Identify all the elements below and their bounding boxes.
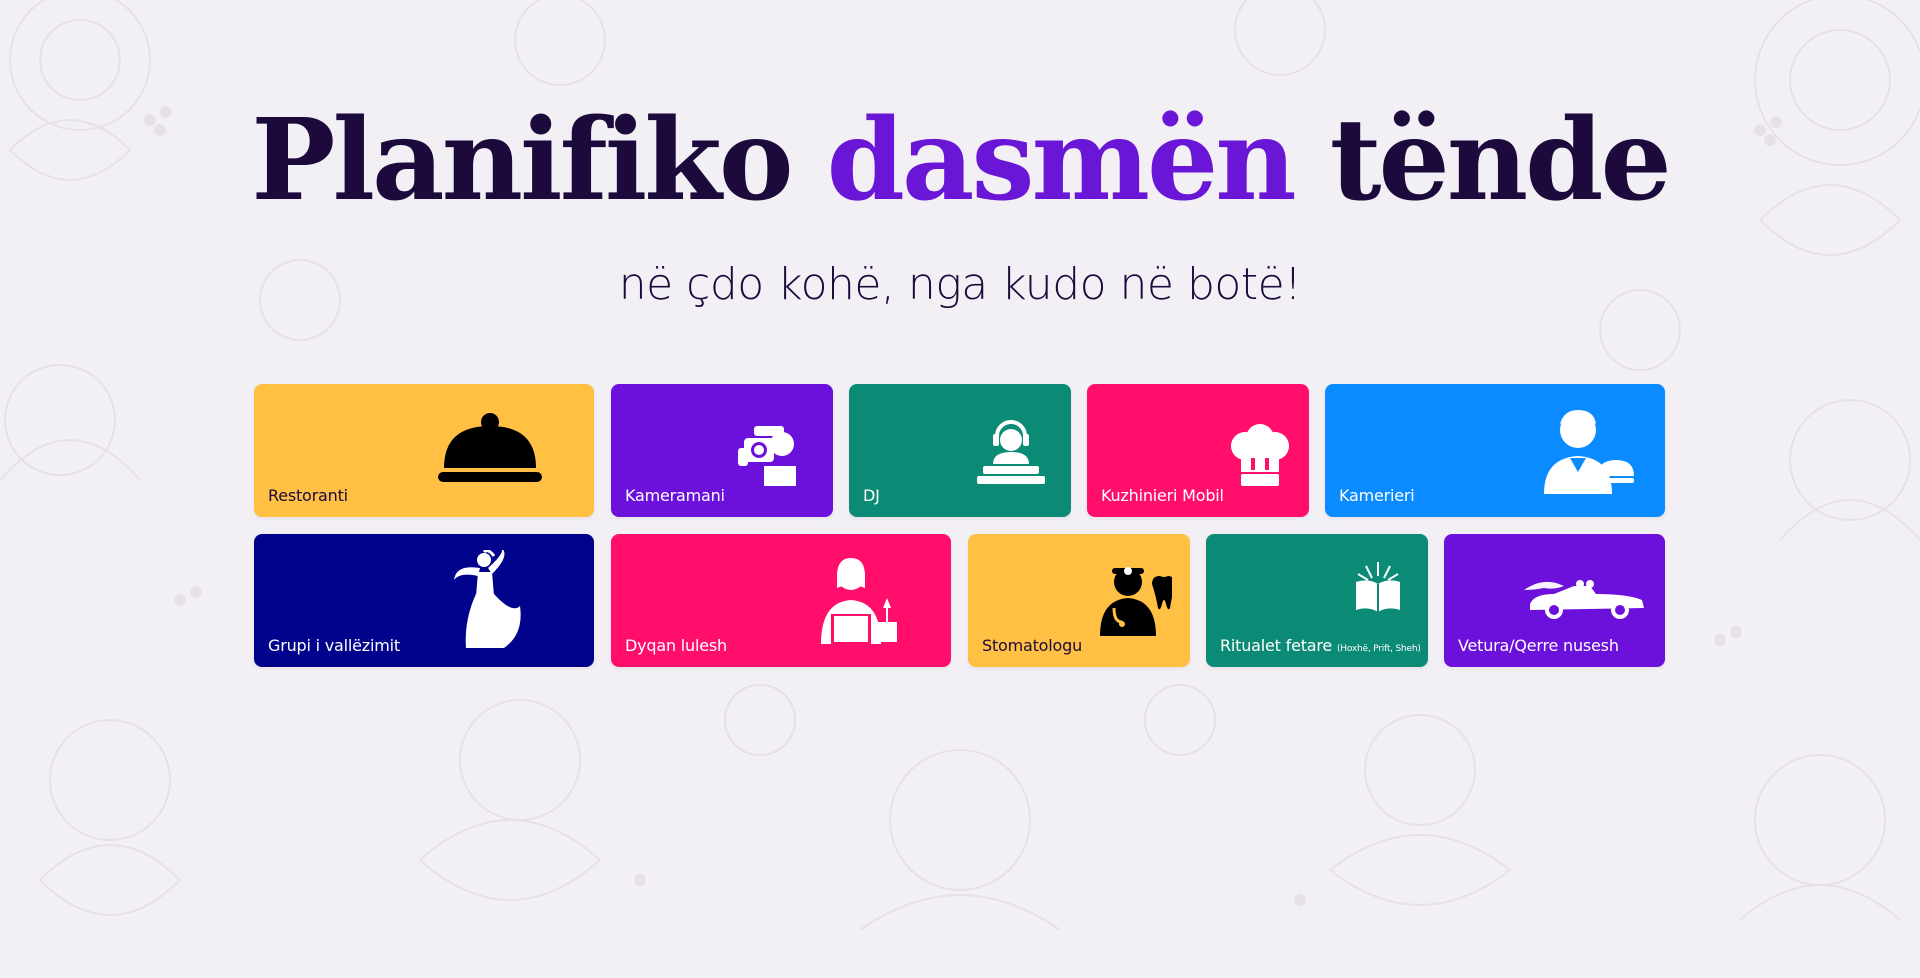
tile-label: Dyqan lulesh <box>625 636 727 655</box>
cloche-icon <box>438 412 542 484</box>
chef-hat-icon <box>1229 424 1291 486</box>
tile-kamerieri[interactable]: Kamerieri <box>1325 384 1665 517</box>
cameraman-icon <box>736 418 802 486</box>
dancer-icon <box>454 550 524 650</box>
tile-label: Grupi i vallëzimit <box>268 636 400 655</box>
tile-label: Stomatologu <box>982 636 1083 655</box>
tile-restoranti[interactable]: Restoranti <box>254 384 594 517</box>
tile-grupi-i-vallezimit[interactable]: Grupi i vallëzimit <box>254 534 594 667</box>
service-tiles: Restoranti Kameramani DJ Kuzhinieri Mobi… <box>0 0 1920 978</box>
wedding-car-icon <box>1524 576 1648 620</box>
tile-label: Kuzhinieri Mobil <box>1101 486 1224 505</box>
tile-stomatologu[interactable]: Stomatologu <box>968 534 1190 667</box>
tile-vetura-qerre-nusesh[interactable]: Vetura/Qerre nusesh <box>1444 534 1665 667</box>
tile-dyqan-lulesh[interactable]: Dyqan lulesh <box>611 534 951 667</box>
tile-kameramani[interactable]: Kameramani <box>611 384 833 517</box>
tile-label: Restoranti <box>268 486 348 505</box>
holy-book-icon <box>1354 560 1402 612</box>
tile-label: Kamerieri <box>1339 486 1415 505</box>
dj-icon <box>977 418 1045 484</box>
tile-label: Ritualet fetare (Hoxhë, Prift, Sheh) <box>1220 636 1421 655</box>
florist-icon <box>821 558 897 644</box>
tile-dj[interactable]: DJ <box>849 384 1071 517</box>
tile-label: Kameramani <box>625 486 725 505</box>
tile-ritualet-fetare[interactable]: Ritualet fetare (Hoxhë, Prift, Sheh) <box>1206 534 1428 667</box>
tile-label: Vetura/Qerre nusesh <box>1458 636 1619 655</box>
dentist-icon <box>1100 564 1172 636</box>
waiter-icon <box>1540 406 1634 494</box>
tile-label-note: (Hoxhë, Prift, Sheh) <box>1336 644 1421 654</box>
tile-label: DJ <box>863 486 880 505</box>
tile-kuzhinieri-mobil[interactable]: Kuzhinieri Mobil <box>1087 384 1309 517</box>
tile-label-main: Ritualet fetare <box>1220 636 1333 655</box>
